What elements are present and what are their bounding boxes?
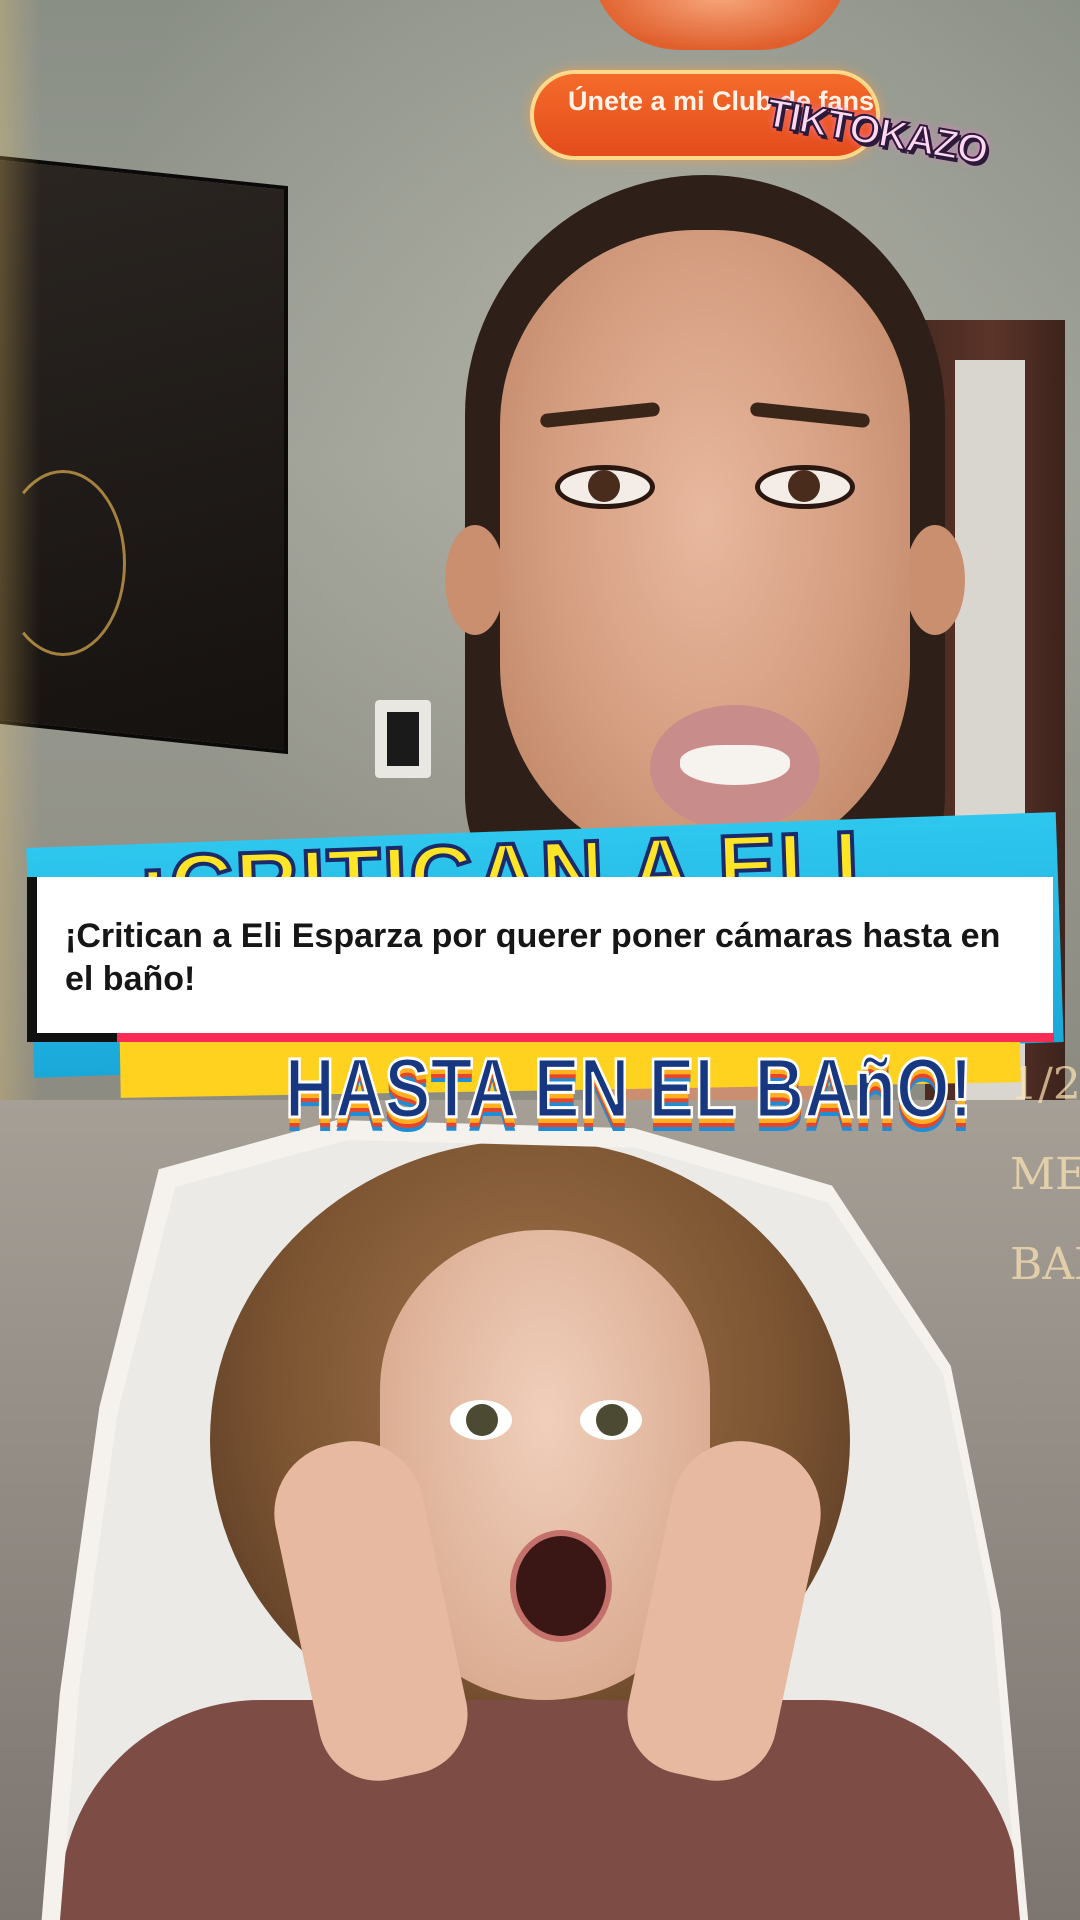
video-frame: Únete a mi Club de fans TIKTOKAZO 1/2 ME… — [0, 0, 1080, 1920]
wall-switch — [375, 700, 431, 778]
side-watermark-text: 1/2 MED BAÑ — [1010, 1059, 1080, 1290]
banner-bottom-text: HASTA EN EL BAñO! — [284, 1040, 974, 1137]
caption-text: ¡Critican a Eli Esparza por querer poner… — [65, 917, 1001, 998]
caption-underline — [27, 1033, 117, 1042]
wall-tv — [0, 153, 288, 755]
caption-card: ¡Critican a Eli Esparza por querer poner… — [27, 877, 1054, 1042]
